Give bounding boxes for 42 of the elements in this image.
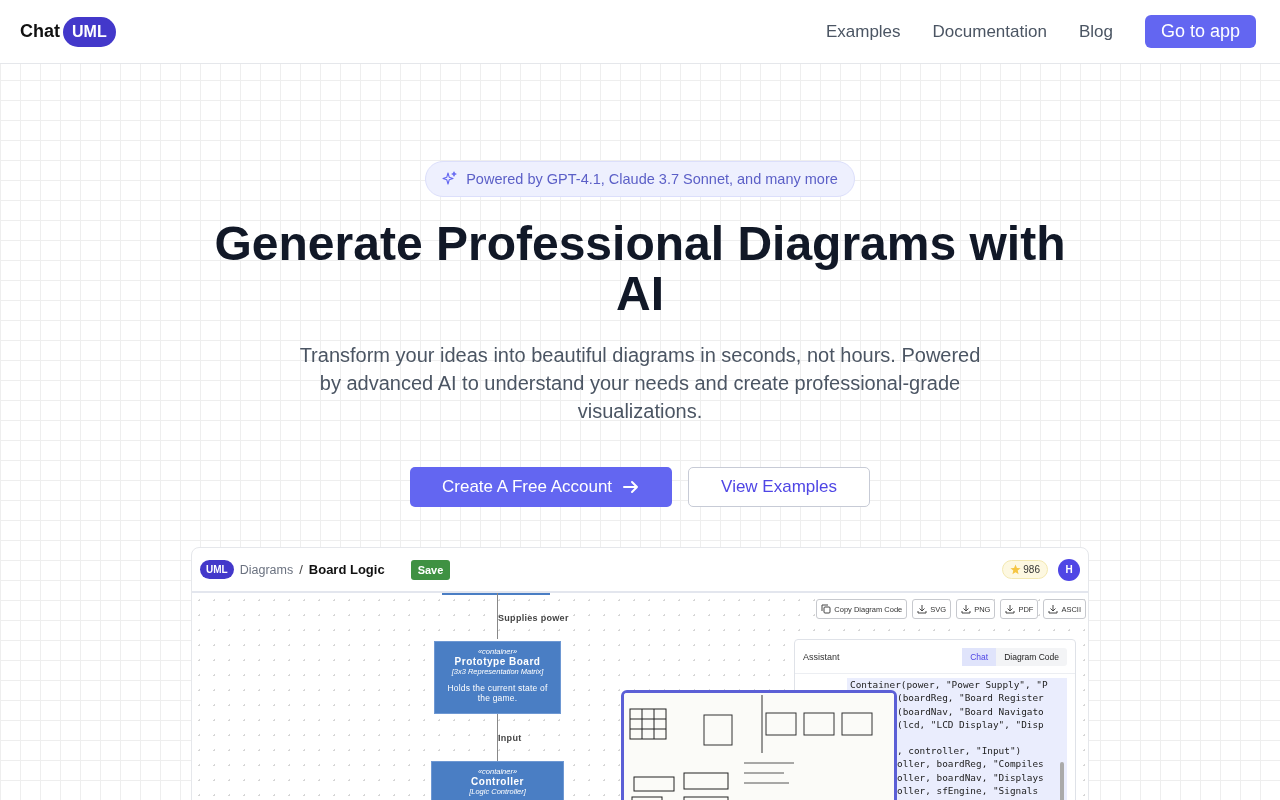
code-line: Container(power, "Power Supply", "P [850,678,1048,692]
arrow-right-icon [622,478,641,496]
hero-subtitle: Transform your ideas into beautiful diagrams in seconds, not hours. Powered by advanced AI to understand your needs and create professional-grade visualizations. [298,343,982,424]
node-name: Prototype Board [454,656,541,667]
logo-bubble: UML [200,560,234,579]
breadcrumb-separator: / [299,562,303,577]
create-account-button[interactable]: Create A Free Account [410,467,673,507]
sparkle-icon [442,171,459,187]
node-description: Holds the current state of the game. [446,683,549,703]
code-line: oller, sfEngine, "Signals [896,784,1039,798]
view-examples-button[interactable]: View Examples [688,467,870,507]
nav-link[interactable]: Blog [1078,21,1113,42]
code-line: oller, boardReg, "Compiles [896,757,1044,771]
panel-tab[interactable]: Diagram Code [996,647,1067,666]
nav-link[interactable]: Documentation [932,21,1047,42]
download-icon [961,604,972,614]
code-line: (boardNav, "Board Navigato [896,704,1044,718]
logo-word: Chat [20,21,60,42]
avatar[interactable]: H [1058,558,1080,581]
save-button[interactable]: Save [410,559,451,580]
powered-by-badge: Powered by GPT-4.1, Claude 3.7 Sonnet, and many more [425,161,855,197]
edge-label: Input [498,733,522,743]
logo-bubble: UML [63,16,116,47]
code-line: , controller, "Input") [896,744,1022,758]
panel-tab[interactable]: Chat [962,647,997,666]
download-icon [1048,604,1059,614]
download-icon [1005,604,1016,614]
download-icon [917,604,928,614]
diagram-title: Board Logic [308,562,385,577]
credits-badge: 986 [1002,560,1048,579]
star-icon [1010,564,1022,575]
code-line: (lcd, "LCD Display", "Disp [896,717,1044,732]
code-line: (boardReg, "Board Register [896,691,1044,705]
node-name: Controller [471,776,524,787]
go-to-app-button[interactable]: Go to app [1144,15,1256,48]
breadcrumb-link[interactable]: Diagrams [239,562,294,577]
code-line: oller, boardNav, "Displays [896,770,1044,785]
copy-icon [821,604,832,614]
hero-title: Generate Professional Diagrams with AI [213,219,1067,319]
nav-link[interactable]: Examples [825,21,901,42]
edge-label: Supplies power [498,613,569,623]
panel-title: Assistant [803,651,840,662]
